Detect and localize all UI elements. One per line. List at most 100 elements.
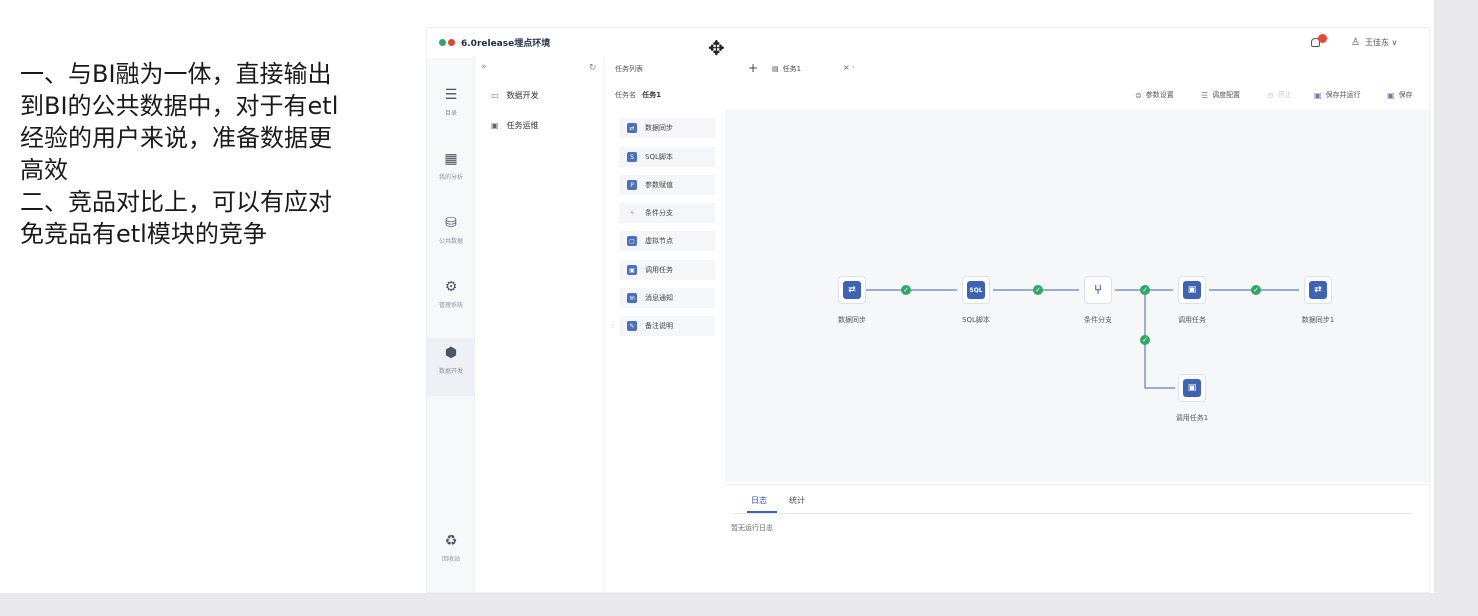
palette-label: 消息通知: [645, 294, 673, 302]
save-and-run-label: 保存并运行: [1325, 91, 1361, 99]
left-rail: ☰ 目录 ▦ 我的分析 ⛁ 公共数据 ⚙ 管理系统 ⬢ 数据开发 ♻ 回收站: [427, 58, 475, 592]
palette-item-virtual-node[interactable]: ▢ 虚拟节点: [619, 231, 715, 251]
tab-task-list[interactable]: 任务列表: [615, 64, 643, 74]
stop-button[interactable]: ⊙ 停止: [1267, 90, 1292, 100]
rail-item-recycle-bin[interactable]: ♻ 回收站: [427, 526, 475, 584]
gear-icon: ⚙: [444, 279, 458, 295]
tab-stats[interactable]: 统计: [789, 495, 805, 506]
tree-item-task-ops[interactable]: ▣ 任务运维: [491, 120, 539, 131]
app-header: 6.0release埋点环境 ♙ 王佳东 ∨: [427, 28, 1429, 58]
slide-line: 到BI的公共数据中，对于有etl: [20, 92, 339, 120]
rail-label: 管理系统: [438, 302, 463, 309]
palette-label: 数据同步: [645, 124, 673, 132]
sync-icon: ⇄: [627, 123, 637, 133]
folder-icon: ▭: [491, 91, 499, 100]
param-settings-button[interactable]: ⊜ 参数设置: [1135, 90, 1174, 100]
node-label: 调用任务: [1178, 316, 1206, 324]
slide-text-block: 一、与BI融为一体，直接输出 到BI的公共数据中，对于有etl 经验的用户来说，…: [20, 58, 400, 250]
success-check-icon: ✓: [1251, 285, 1261, 295]
palette-label: 备注说明: [645, 322, 673, 330]
brand: 6.0release埋点环境: [439, 36, 550, 49]
rail-item-catalog[interactable]: ☰ 目录: [427, 80, 475, 138]
notification-badge: [1318, 34, 1327, 43]
node-label: SQL脚本: [962, 316, 990, 324]
palette-label: SQL脚本: [645, 153, 673, 161]
palette-label: 调用任务: [645, 266, 673, 274]
recycle-icon: ♻: [444, 533, 458, 549]
user-menu[interactable]: ♙ 王佳东 ∨: [1351, 37, 1397, 48]
palette-item-call-task[interactable]: ▣ 调用任务: [619, 260, 715, 280]
tab-log[interactable]: 日志: [751, 495, 767, 506]
schedule-config-button[interactable]: ☰ 调度配置: [1201, 90, 1240, 100]
palette-item-sql[interactable]: S SQL脚本: [619, 147, 715, 167]
user-icon: ♙: [1351, 37, 1360, 48]
rail-item-public-data[interactable]: ⛁ 公共数据: [427, 208, 475, 266]
node-label: 调用任务1: [1175, 414, 1209, 422]
node-call-task[interactable]: ▣: [1178, 276, 1206, 304]
slide-bottom-bar: [0, 593, 1478, 616]
node-sql-script[interactable]: SQL: [962, 276, 990, 304]
task-name-value[interactable]: 任务1: [642, 91, 661, 99]
close-tab-icon[interactable]: × ·: [843, 63, 855, 72]
refresh-icon[interactable]: ↻: [589, 63, 597, 73]
env-name[interactable]: 6.0release埋点环境: [461, 36, 550, 49]
branch-icon: ⑂: [1094, 282, 1102, 298]
move-cursor-icon: ✥: [708, 36, 725, 60]
node-palette: ⇄ 数据同步 S SQL脚本 P 参数赋值 ⑂ 条件分支 ▢ 虚拟节点 ▣ 调用…: [613, 114, 719, 592]
palette-label: 条件分支: [645, 209, 673, 217]
bottom-panel: 日志 统计 暂无运行日志: [725, 484, 1429, 592]
node-data-sync[interactable]: ⇄: [838, 276, 866, 304]
cube-icon: ⬢: [444, 345, 458, 361]
settings-icon: ⊜: [1135, 90, 1142, 100]
node-label: 数据同步: [838, 316, 866, 324]
sql-icon: S: [627, 152, 637, 162]
tree-label: 任务运维: [506, 121, 539, 130]
tab-label: 任务1: [782, 65, 802, 73]
palette-item-data-sync[interactable]: ⇄ 数据同步: [619, 118, 715, 138]
palette-item-note[interactable]: ✎ 备注说明: [619, 316, 715, 336]
brand-logo-red-icon: [448, 39, 455, 46]
tab-bar: 任务列表 + ▤ 任务1 × ·: [605, 58, 1429, 80]
rail-item-data-dev[interactable]: ⬢ 数据开发: [427, 338, 475, 396]
tree-item-data-dev[interactable]: ▭ 数据开发: [491, 90, 539, 101]
flow-canvas[interactable]: ⇄ 数据同步 SQL SQL脚本 ⑂ 条件分支 ▣ 调用任务 ⇄ 数据同步1 ▣…: [725, 110, 1429, 561]
palette-item-param-assign[interactable]: P 参数赋值: [619, 175, 715, 195]
node-condition-branch[interactable]: ⑂: [1084, 276, 1112, 304]
database-icon: ⛁: [445, 215, 457, 231]
virtual-node-icon: ▢: [627, 236, 637, 246]
call-task-icon: ▣: [1183, 379, 1201, 397]
message-icon: ✉: [627, 293, 637, 303]
success-check-icon: ✓: [1140, 285, 1150, 295]
success-check-icon: ✓: [1033, 285, 1043, 295]
rail-item-admin[interactable]: ⚙ 管理系统: [427, 272, 475, 330]
note-icon: ✎: [627, 321, 637, 331]
branch-icon: ⑂: [630, 209, 634, 217]
rail-item-my-analysis[interactable]: ▦ 我的分析: [427, 144, 475, 202]
call-task-icon: ▣: [627, 265, 637, 275]
param-icon: P: [627, 180, 637, 190]
save-label: 保存: [1398, 91, 1413, 99]
document-icon: ▤: [772, 65, 779, 73]
param-settings-label: 参数设置: [1145, 91, 1174, 99]
app-window: 6.0release埋点环境 ♙ 王佳东 ∨ ☰ 目录 ▦ 我的分析 ⛁ 公共数…: [426, 27, 1430, 593]
notification-button[interactable]: [1309, 34, 1327, 50]
add-tab-button[interactable]: +: [748, 61, 758, 75]
slide-line: 经验的用户来说，准备数据更: [20, 124, 332, 152]
palette-item-branch[interactable]: ⑂ 条件分支: [619, 203, 715, 223]
success-check-icon: ✓: [1140, 335, 1150, 345]
node-call-task-1[interactable]: ▣: [1178, 374, 1206, 402]
drag-handle-icon[interactable]: ⋮: [609, 320, 617, 329]
save-and-run-button[interactable]: ▣ 保存并运行: [1314, 90, 1361, 100]
palette-label: 虚拟节点: [645, 237, 673, 245]
schedule-config-label: 调度配置: [1212, 91, 1241, 99]
save-button[interactable]: ▣ 保存: [1387, 90, 1413, 100]
log-empty-text: 暂无运行日志: [731, 524, 773, 532]
palette-item-notify[interactable]: ✉ 消息通知: [619, 288, 715, 308]
rail-label: 我的分析: [438, 174, 463, 181]
stop-label: 停止: [1277, 91, 1292, 99]
dashboard-icon: ▦: [444, 151, 458, 167]
tab-task1[interactable]: ▤ 任务1: [772, 64, 801, 74]
node-label: 条件分支: [1084, 316, 1112, 324]
expand-icon[interactable]: »: [481, 62, 487, 72]
node-data-sync-1[interactable]: ⇄: [1304, 276, 1332, 304]
